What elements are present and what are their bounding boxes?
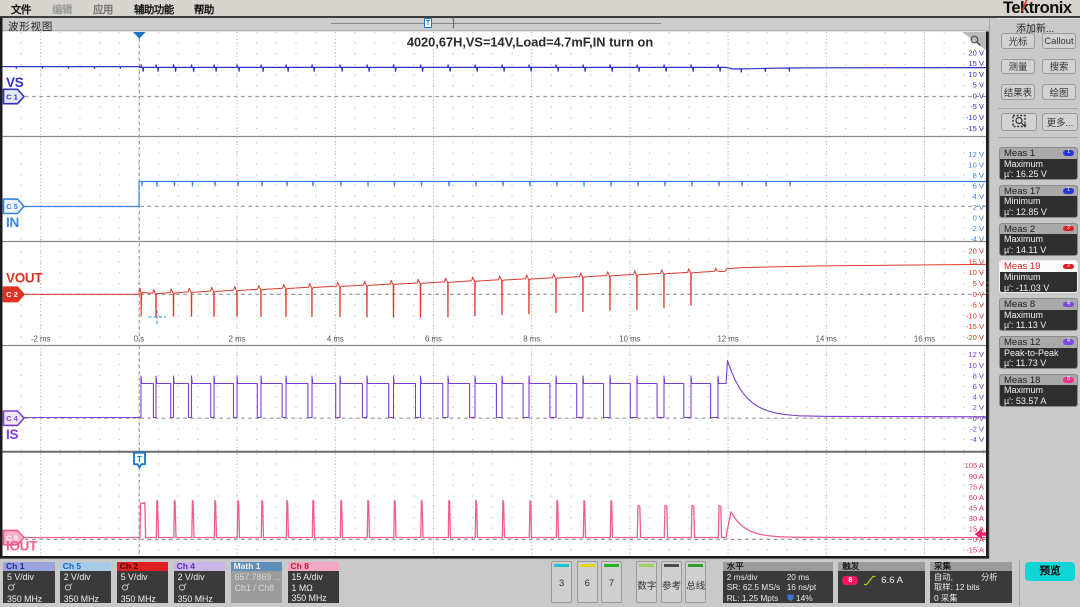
svg-text:-15 V: -15 V: [966, 322, 985, 331]
svg-text:-2 V: -2 V: [970, 224, 985, 233]
svg-text:8 V: 8 V: [973, 171, 985, 180]
svg-text:0 V: 0 V: [973, 290, 985, 299]
svg-text:-15 V: -15 V: [966, 124, 985, 133]
svg-text:30 A: 30 A: [969, 514, 985, 523]
svg-text:-5 V: -5 V: [970, 301, 985, 310]
svg-text:-10 V: -10 V: [966, 311, 985, 320]
svg-text:5 V: 5 V: [973, 279, 985, 288]
svg-text:12 V: 12 V: [968, 350, 985, 359]
svg-text:-4 V: -4 V: [970, 435, 985, 444]
svg-text:-20 V: -20 V: [966, 333, 985, 342]
svg-text:C 1: C 1: [6, 92, 19, 101]
svg-text:8 V: 8 V: [973, 371, 985, 380]
svg-text:10 V: 10 V: [968, 70, 985, 79]
svg-text:2 V: 2 V: [973, 403, 985, 412]
svg-text:0 s: 0 s: [134, 335, 145, 344]
svg-text:16 ms: 16 ms: [914, 335, 935, 344]
svg-text:90 A: 90 A: [969, 472, 985, 481]
svg-text:C 5: C 5: [6, 202, 19, 211]
svg-text:12 ms: 12 ms: [717, 335, 738, 344]
svg-text:45 A: 45 A: [969, 503, 985, 512]
svg-text:4 ms: 4 ms: [327, 335, 344, 344]
svg-text:2 V: 2 V: [973, 203, 985, 212]
svg-text:VOUT: VOUT: [6, 271, 43, 286]
svg-text:6 ms: 6 ms: [425, 335, 442, 344]
svg-text:10 V: 10 V: [968, 160, 985, 169]
svg-text:15 A: 15 A: [969, 525, 985, 534]
svg-text:2 ms: 2 ms: [229, 335, 246, 344]
svg-text:-15 A: -15 A: [966, 546, 985, 555]
svg-text:C 4: C 4: [6, 414, 19, 423]
svg-text:6 V: 6 V: [973, 382, 985, 391]
svg-text:-5 V: -5 V: [970, 102, 985, 111]
svg-text:C 2: C 2: [6, 290, 18, 299]
svg-text:-2 V: -2 V: [970, 424, 985, 433]
svg-text:12 V: 12 V: [968, 150, 985, 159]
svg-text:14 ms: 14 ms: [816, 335, 837, 344]
svg-text:VS: VS: [6, 75, 24, 90]
svg-text:105 A: 105 A: [965, 461, 985, 470]
svg-text:15 V: 15 V: [968, 257, 985, 266]
svg-text:4020,67H,VS=14V,Load=4.7mF,IN: 4020,67H,VS=14V,Load=4.7mF,IN turn on: [407, 35, 654, 50]
svg-text:0 V: 0 V: [973, 213, 985, 222]
svg-text:4 V: 4 V: [973, 192, 985, 201]
svg-text:-2 ms: -2 ms: [31, 335, 51, 344]
svg-text:-4 V: -4 V: [970, 235, 985, 244]
svg-text:20 V: 20 V: [968, 48, 985, 57]
svg-text:15 V: 15 V: [968, 59, 985, 68]
svg-text:T: T: [137, 455, 142, 464]
svg-text:6 V: 6 V: [973, 182, 985, 191]
svg-text:10 V: 10 V: [968, 268, 985, 277]
svg-text:IOUT: IOUT: [6, 539, 38, 554]
svg-text:0 V: 0 V: [973, 92, 985, 101]
svg-text:5 V: 5 V: [973, 81, 985, 90]
svg-text:10 ms: 10 ms: [619, 335, 640, 344]
svg-text:0 V: 0 V: [973, 414, 985, 423]
svg-text:IS: IS: [6, 427, 18, 442]
svg-text:8 ms: 8 ms: [523, 335, 540, 344]
svg-text:10 V: 10 V: [968, 361, 985, 370]
svg-text:-10 V: -10 V: [966, 113, 985, 122]
svg-text:75 A: 75 A: [969, 482, 985, 491]
svg-text:4 V: 4 V: [973, 393, 985, 402]
svg-text:20 V: 20 V: [968, 247, 985, 256]
svg-text:60 A: 60 A: [969, 493, 985, 502]
svg-text:IN: IN: [6, 215, 19, 230]
